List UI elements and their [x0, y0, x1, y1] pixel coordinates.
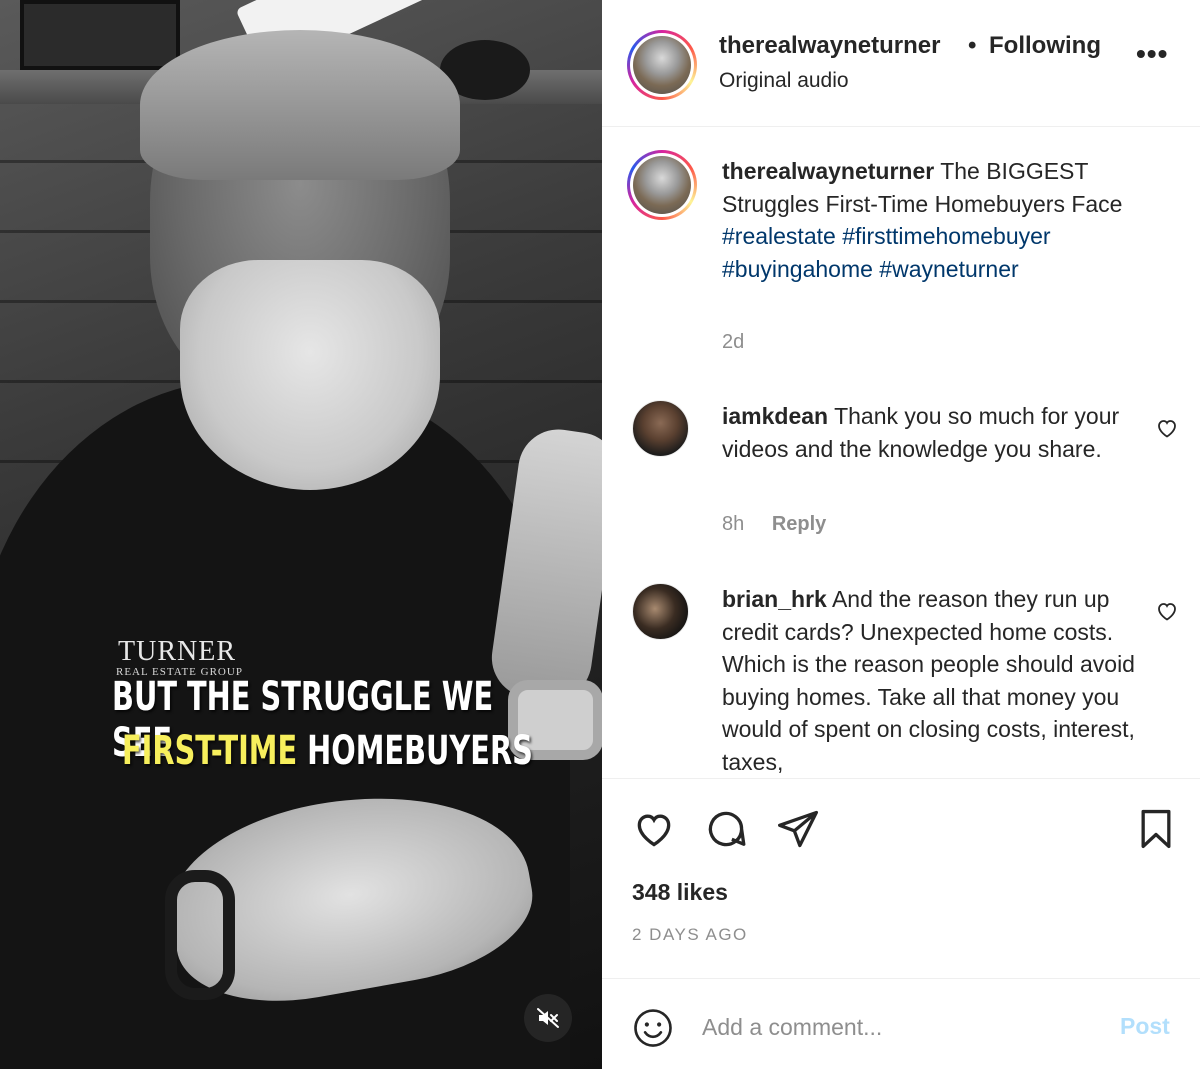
caption-timestamp[interactable]: 2d	[722, 331, 744, 354]
post-actions-bar: 348 likes 2 DAYS AGO	[602, 778, 1200, 978]
author-avatar[interactable]	[627, 30, 697, 100]
person-beard	[180, 260, 440, 490]
person-hair	[140, 30, 460, 180]
commenter-avatar[interactable]	[632, 583, 689, 640]
smiley-face-icon[interactable]	[632, 1007, 674, 1049]
commenter-avatar[interactable]	[632, 400, 689, 457]
original-audio-link[interactable]: Original audio	[719, 69, 849, 93]
heart-icon[interactable]	[632, 807, 676, 851]
reply-button[interactable]: Reply	[772, 513, 826, 535]
bookmark-icon[interactable]	[1134, 807, 1178, 851]
commenter-username[interactable]: brian_hrk	[722, 586, 827, 612]
comment-composer: Post	[602, 978, 1200, 1069]
comment-bubble-icon[interactable]	[704, 807, 748, 851]
comment-input[interactable]	[702, 1005, 1092, 1049]
likes-count[interactable]: 348 likes	[632, 879, 728, 906]
background-picture-frame	[20, 0, 180, 70]
person-raised-hand	[486, 424, 602, 706]
comment-like-heart-icon[interactable]	[1155, 599, 1179, 623]
shirt-logo: TURNER	[118, 636, 236, 667]
comment-meta: 8h Reply	[722, 513, 826, 536]
hashtag-link[interactable]: #firsttimehomebuyer	[842, 223, 1050, 249]
comment-like-heart-icon[interactable]	[1155, 416, 1179, 440]
comments-list[interactable]: therealwayneturner The BIGGEST Struggles…	[602, 128, 1200, 778]
separator-dot: •	[968, 32, 977, 59]
commenter-username[interactable]: iamkdean	[722, 403, 828, 429]
speaker-muted-icon	[537, 1008, 559, 1028]
comment-body: And the reason they run up credit cards?…	[722, 586, 1135, 775]
post-header: therealwayneturner • Following Original …	[602, 0, 1200, 127]
paper-plane-icon[interactable]	[776, 807, 820, 851]
video-caption-highlight: FIRST-TIME	[122, 728, 298, 774]
hashtag-link[interactable]: #wayneturner	[879, 256, 1018, 282]
video-caption-rest: HOMEBUYERS	[307, 728, 533, 774]
author-username[interactable]: therealwayneturner	[719, 32, 940, 60]
comment-text-block: brian_hrk And the reason they run up cre…	[722, 583, 1142, 778]
following-button[interactable]: Following	[989, 32, 1101, 60]
reel-video[interactable]: TURNER REAL ESTATE GROUP BUT THE STRUGGL…	[0, 0, 602, 1069]
caption-author-avatar[interactable]	[627, 150, 697, 220]
more-options-icon[interactable]: •••	[1136, 40, 1172, 74]
person-bracelet	[165, 870, 235, 1000]
post-date[interactable]: 2 DAYS AGO	[632, 925, 748, 945]
hashtag-link[interactable]: #realestate	[722, 223, 836, 249]
mute-toggle-button[interactable]	[524, 994, 572, 1042]
comment-timestamp[interactable]: 8h	[722, 513, 744, 535]
caption-username[interactable]: therealwayneturner	[722, 158, 934, 184]
hashtag-link[interactable]: #buyingahome	[722, 256, 873, 282]
video-caption-line-2: FIRST-TIME HOMEBUYERS	[122, 728, 555, 774]
post-comment-button[interactable]: Post	[1120, 1013, 1170, 1040]
comment-text-block: iamkdean Thank you so much for your vide…	[722, 400, 1142, 465]
post-sidebar: therealwayneturner • Following Original …	[602, 0, 1200, 1069]
caption-text-block: therealwayneturner The BIGGEST Struggles…	[722, 155, 1162, 285]
